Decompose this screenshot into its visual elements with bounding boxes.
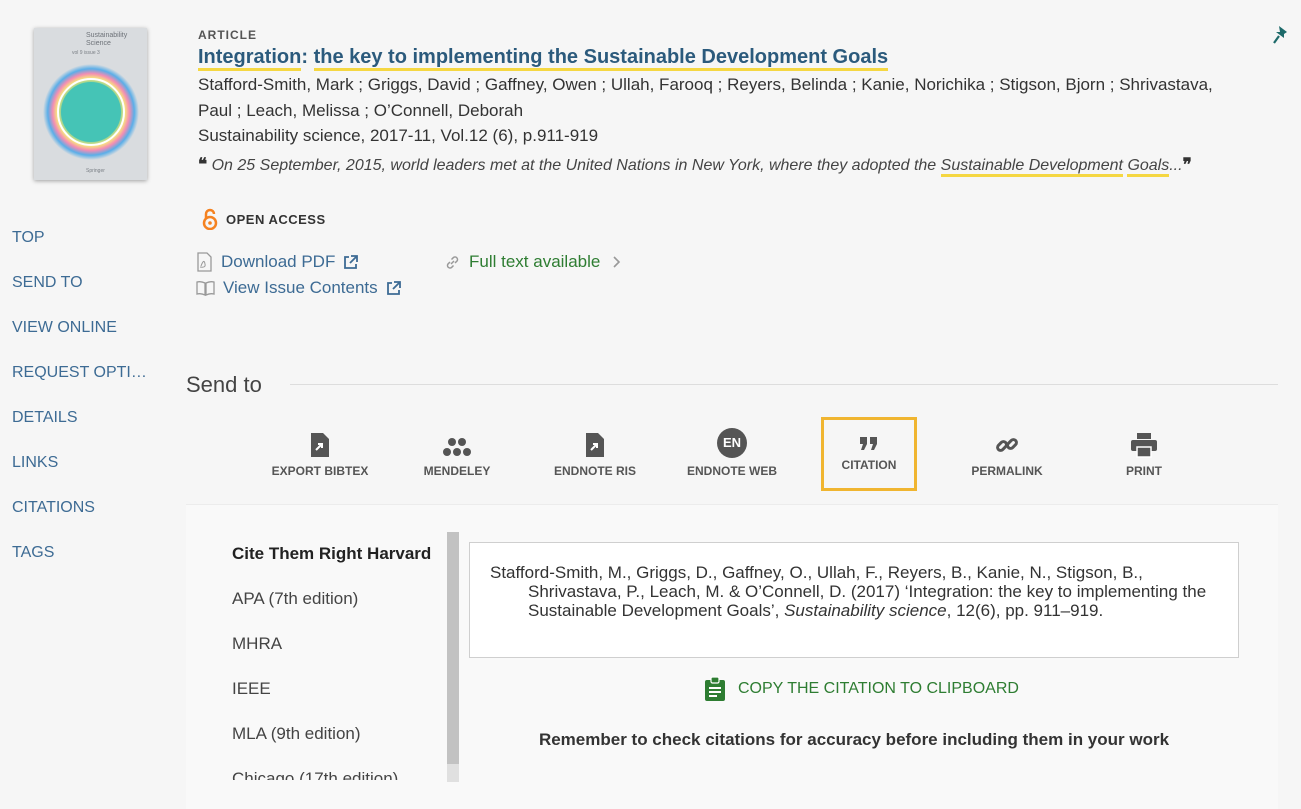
nav-request-options[interactable]: REQUEST OPTIONS (0, 355, 152, 400)
file-export-icon (586, 433, 604, 457)
record-title-part-1: Integration (198, 46, 302, 71)
pdf-file-icon (197, 252, 212, 272)
cover-publisher: Springer (86, 168, 105, 174)
mendeley-icon (443, 438, 471, 456)
style-list-scrollbar-thumb[interactable] (447, 532, 459, 764)
nav-citations[interactable]: CITATIONS (0, 490, 152, 535)
close-quote-icon: ❞ (1182, 155, 1192, 174)
record-title[interactable]: Integration: the key to implementing the… (198, 46, 889, 71)
nav-links[interactable]: LINKS (0, 445, 152, 490)
endnote-web-button[interactable]: EN ENDNOTE WEB (672, 420, 792, 478)
citation-reminder: Remember to check citations for accuracy… (538, 730, 1170, 749)
export-bibtex-button[interactable]: EXPORT BIBTEX (260, 420, 380, 478)
endnote-ris-button[interactable]: ENDNOTE RIS (535, 420, 655, 478)
citation-style-mla[interactable]: MLA (9th edition) (232, 712, 452, 757)
chevron-right-icon (613, 256, 621, 268)
citation-style-chicago[interactable]: Chicago (17th edition) (232, 757, 452, 780)
open-quote-icon: ❝ (198, 155, 208, 174)
abstract-ellipsis: ... (1169, 157, 1183, 174)
mendeley-button[interactable]: MENDELEY (397, 420, 517, 478)
abstract-text: On 25 September, 2015, world leaders met… (211, 157, 941, 174)
download-pdf-label: Download PDF (221, 252, 336, 271)
view-issue-contents-label: View Issue Contents (223, 278, 378, 297)
endnote-web-icon: EN (717, 428, 747, 458)
citation-label: CITATION (841, 458, 897, 472)
open-lock-icon (202, 208, 218, 230)
record-title-separator: : (301, 46, 314, 68)
citation-tail: , 12(6), pp. 911–919. (946, 601, 1104, 620)
record-title-part-2: the key to implementing the Sustainable … (313, 46, 889, 71)
nav-view-online[interactable]: VIEW ONLINE (0, 310, 152, 355)
open-access-label: OPEN ACCESS (226, 211, 326, 227)
print-button[interactable]: PRINT (1084, 420, 1204, 478)
print-label: PRINT (1126, 464, 1162, 478)
clipboard-icon (705, 676, 725, 701)
permalink-button[interactable]: PERMALINK (947, 420, 1067, 478)
view-issue-contents-link[interactable]: View Issue Contents (196, 278, 401, 298)
full-text-available-link[interactable]: Full text available (444, 252, 622, 272)
download-pdf-link[interactable]: Download PDF (196, 252, 359, 272)
citation-style-apa[interactable]: APA (7th edition) (232, 577, 452, 622)
quote-icon (860, 437, 877, 450)
endnote-ris-label: ENDNOTE RIS (553, 464, 636, 478)
mendeley-label: MENDELEY (423, 464, 491, 478)
citation-style-mhra[interactable]: MHRA (232, 622, 452, 667)
export-bibtex-label: EXPORT BIBTEX (271, 464, 369, 478)
send-to-divider (290, 384, 1278, 385)
citation-button[interactable]: CITATION (821, 417, 917, 491)
external-link-icon (386, 280, 401, 295)
file-export-icon (311, 433, 329, 457)
citation-style-list[interactable]: Cite Them Right Harvard APA (7th edition… (232, 532, 452, 780)
nav-send-to[interactable]: SEND TO (0, 265, 152, 310)
abstract-highlight-2: Goals (1127, 157, 1170, 177)
open-book-icon (196, 281, 215, 296)
citation-journal: Sustainability science (784, 601, 947, 620)
permalink-icon (996, 438, 1018, 452)
citation-style-cite-them-right-harvard[interactable]: Cite Them Right Harvard (232, 532, 452, 577)
cover-artwork (43, 64, 139, 160)
record-abstract: ❝ On 25 September, 2015, world leaders m… (198, 152, 1198, 178)
external-link-icon (344, 254, 359, 269)
nav-top[interactable]: TOP (0, 220, 152, 265)
full-text-available-label: Full text available (469, 252, 601, 271)
section-nav: TOP SEND TO VIEW ONLINE REQUEST OPTIONS … (0, 220, 160, 580)
printer-icon (1131, 433, 1157, 458)
record-authors: Stafford-Smith, Mark ; Griggs, David ; G… (198, 75, 1213, 120)
journal-cover-image[interactable]: Sustainability Science vol 9 issue 3 Spr… (34, 28, 147, 180)
record-type: ARTICLE (198, 28, 257, 42)
link-chain-icon (446, 255, 459, 269)
endnote-web-label: ENDNOTE WEB (687, 464, 777, 478)
nav-details[interactable]: DETAILS (0, 400, 152, 445)
send-to-heading: Send to (186, 372, 262, 397)
nav-tags[interactable]: TAGS (0, 535, 152, 580)
copy-citation-label: COPY THE CITATION TO CLIPBOARD (738, 680, 1019, 697)
abstract-highlight-1: Sustainable Development (940, 157, 1123, 177)
citation-style-ieee[interactable]: IEEE (232, 667, 452, 712)
citation-text-box[interactable]: Stafford-Smith, M., Griggs, D., Gaffney,… (469, 542, 1239, 658)
open-access-badge: OPEN ACCESS (202, 208, 326, 230)
permalink-label: PERMALINK (971, 464, 1043, 478)
pin-icon[interactable] (1272, 24, 1292, 46)
copy-citation-button[interactable]: COPY THE CITATION TO CLIPBOARD (704, 676, 1019, 702)
record-source: Sustainability science, 2017-11, Vol.12 … (198, 126, 599, 145)
